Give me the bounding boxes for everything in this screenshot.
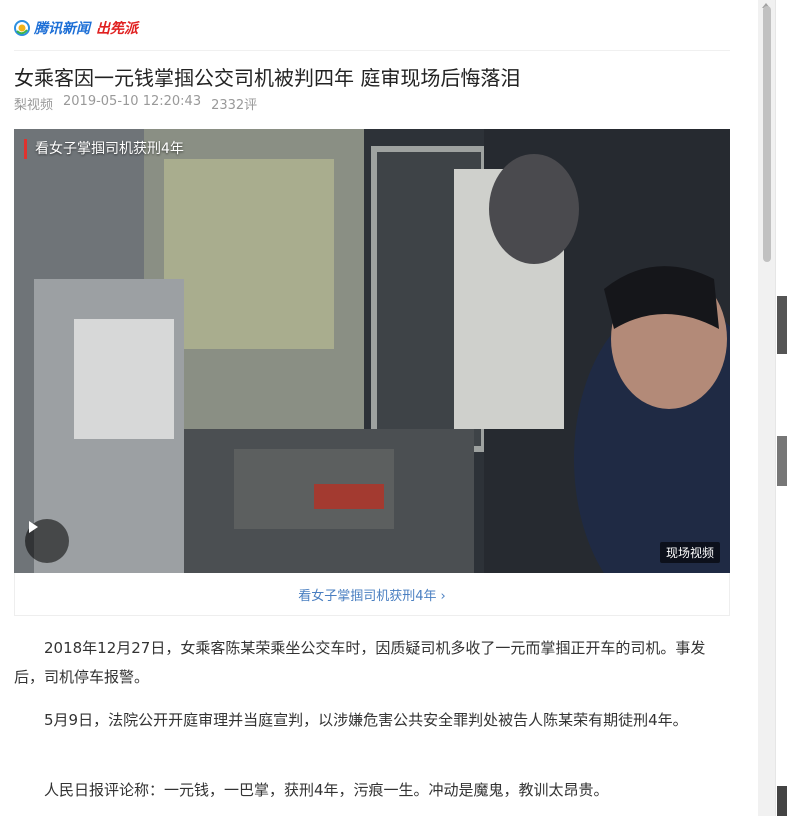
side-thumbnail[interactable] bbox=[777, 436, 787, 486]
video-caption-box[interactable]: 看女子掌掴司机获刑4年 › bbox=[14, 573, 730, 616]
side-thumbnail[interactable] bbox=[777, 786, 787, 816]
article-meta: 梨视频 2019-05-10 12:20:43 2332评 bbox=[14, 94, 257, 113]
side-thumbnail[interactable] bbox=[777, 296, 787, 354]
video-title: 看女子掌掴司机获刑4年 bbox=[24, 139, 184, 159]
side-panel-edge bbox=[775, 0, 787, 816]
article-paragraph: 2018年12月27日，女乘客陈某荣乘坐公交车时，因质疑司机多收了一元而掌掴正开… bbox=[14, 639, 706, 686]
article-title: 女乘客因一元钱掌掴公交司机被判四年 庭审现场后悔落泪 bbox=[14, 66, 521, 90]
video-player[interactable]: 看女子掌掴司机获刑4年 现场视频 bbox=[14, 129, 730, 573]
video-caption-link[interactable]: 看女子掌掴司机获刑4年 › bbox=[298, 585, 445, 604]
article-paragraph: 人民日报评论称：一元钱，一巴掌，获刑4年，污痕一生。冲动是魔鬼，教训太昂贵。 bbox=[44, 781, 609, 799]
article-paragraph: 5月9日，法院公开开庭审理并当庭宣判，以涉嫌危害公共安全罪判处被告人陈某荣有期徒… bbox=[44, 711, 688, 729]
live-video-badge: 现场视频 bbox=[659, 542, 720, 563]
play-button[interactable] bbox=[25, 519, 69, 563]
comment-count[interactable]: 2332评 bbox=[211, 94, 257, 113]
vertical-scrollbar[interactable] bbox=[758, 0, 775, 816]
article-source[interactable]: 梨视频 bbox=[14, 94, 53, 113]
video-caption-text: 看女子掌掴司机获刑4年 bbox=[298, 588, 437, 604]
video-frame bbox=[14, 129, 730, 573]
play-icon bbox=[29, 521, 38, 533]
article-datetime: 2019-05-10 12:20:43 bbox=[63, 94, 202, 109]
site-logo[interactable]: 腾讯新闻 bbox=[34, 18, 90, 38]
chevron-right-icon: › bbox=[440, 588, 446, 604]
header-divider bbox=[14, 50, 730, 51]
channel-logo[interactable]: 出筅派 bbox=[96, 18, 138, 38]
scrollbar-thumb[interactable] bbox=[763, 6, 771, 262]
tencent-news-logo-icon bbox=[14, 20, 30, 36]
site-header: 腾讯新闻 出筅派 bbox=[14, 14, 138, 42]
